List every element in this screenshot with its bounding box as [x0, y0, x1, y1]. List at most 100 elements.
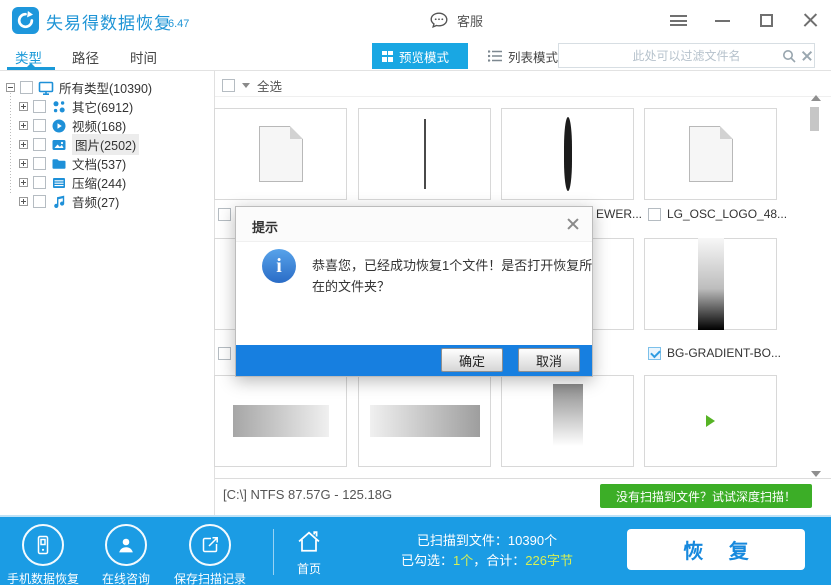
- video-icon: [51, 118, 67, 134]
- file-thumbnail[interactable]: [644, 238, 777, 330]
- file-thumbnail[interactable]: [358, 108, 491, 200]
- tree-item-all-types[interactable]: 所有类型(10390): [6, 78, 152, 97]
- file-thumbnail[interactable]: [644, 108, 777, 200]
- file-thumbnail[interactable]: [214, 375, 347, 467]
- tree-checkbox[interactable]: [20, 81, 33, 94]
- tree-item-image[interactable]: 图片(2502): [19, 135, 139, 154]
- file-thumbnail[interactable]: [358, 375, 491, 467]
- file-label-row: EWER...: [596, 206, 642, 222]
- app-title: 失易得数据恢复: [46, 9, 172, 34]
- tree-item-label: 视频(168): [72, 116, 126, 135]
- home-button[interactable]: 首页: [284, 529, 334, 577]
- tab-time[interactable]: 时间: [130, 47, 157, 67]
- select-all-control[interactable]: 全选: [222, 75, 282, 95]
- tree-item-label: 图片(2502): [72, 134, 139, 155]
- maximize-icon[interactable]: [757, 10, 777, 30]
- collapse-expander-icon[interactable]: [6, 83, 15, 92]
- tree-item-audio[interactable]: 音频(27): [19, 192, 119, 211]
- close-icon[interactable]: [801, 10, 821, 30]
- select-all-checkbox[interactable]: [222, 79, 235, 92]
- file-name-partial: EWER...: [596, 207, 642, 221]
- scrollbar-up-arrow-icon[interactable]: [811, 95, 821, 101]
- gradient-bar-graphic: [233, 405, 329, 437]
- list-mode-button[interactable]: 列表模式: [478, 43, 568, 69]
- file-checkbox-checked[interactable]: [648, 347, 661, 360]
- dialog-message: 恭喜您，已经成功恢复1个文件！是否打开恢复所在的文件夹？: [312, 255, 604, 297]
- customer-service-label: 客服: [457, 11, 483, 30]
- file-checkbox[interactable]: [648, 208, 661, 221]
- tree-item-archive[interactable]: 压缩(244): [19, 173, 126, 192]
- file-thumbnail[interactable]: [501, 108, 634, 200]
- online-consult-button[interactable]: 在线咨询: [84, 524, 168, 585]
- tree-item-video[interactable]: 视频(168): [19, 116, 126, 135]
- tree-checkbox[interactable]: [33, 195, 46, 208]
- file-name: BG-GRADIENT-BO...: [667, 346, 781, 360]
- preview-mode-button[interactable]: 预览模式: [372, 43, 468, 69]
- chevron-down-icon: [242, 83, 250, 88]
- tree-checkbox[interactable]: [33, 176, 46, 189]
- scrollbar-thumb[interactable]: [810, 107, 819, 131]
- selected-files-line: 已勾选：1个，合计：226字节: [392, 551, 582, 571]
- expand-expander-icon[interactable]: [19, 178, 28, 187]
- expand-expander-icon[interactable]: [19, 197, 28, 206]
- status-bar: [C:\] NTFS 87.57G - 125.18G 没有扫描到文件？试试深度…: [215, 478, 831, 515]
- action-label: 在线咨询: [102, 570, 150, 585]
- window-controls: [669, 0, 821, 40]
- customer-service-button[interactable]: 客服: [428, 0, 483, 40]
- category-tree: 所有类型(10390) 其它(6912) 视频(168) 图片(2502) 文档…: [0, 71, 215, 515]
- play-triangle-icon: [706, 415, 715, 427]
- expand-expander-icon[interactable]: [19, 140, 28, 149]
- tree-item-other[interactable]: 其它(6912): [19, 97, 133, 116]
- file-thumbnail[interactable]: [501, 375, 634, 467]
- search-icon[interactable]: [781, 48, 797, 64]
- scrollbar-down-arrow-icon[interactable]: [811, 471, 821, 477]
- file-checkbox[interactable]: [218, 347, 231, 360]
- dialog-title: 提示: [252, 217, 278, 236]
- bottom-bar: 手机数据恢复 在线咨询 保存扫描记录 首页 已扫描到文件：10390个 已勾选：…: [0, 515, 831, 585]
- tree-connector: [10, 87, 11, 195]
- file-checkbox[interactable]: [218, 208, 231, 221]
- deep-scan-button[interactable]: 没有扫描到文件？试试深度扫描！: [600, 484, 812, 508]
- circle-outline: [22, 524, 64, 566]
- divider: [273, 529, 274, 575]
- phone-icon: [31, 533, 55, 557]
- menu-icon[interactable]: [669, 10, 689, 30]
- document-page-icon: [259, 126, 303, 182]
- person-icon: [114, 533, 138, 557]
- tree-checkbox[interactable]: [33, 100, 46, 113]
- computer-icon: [38, 80, 54, 96]
- recover-button[interactable]: 恢 复: [627, 529, 805, 570]
- clear-search-icon[interactable]: [801, 50, 813, 62]
- file-name: LG_OSC_LOGO_48...: [667, 207, 787, 221]
- tree-checkbox[interactable]: [33, 157, 46, 170]
- active-tab-underline: [7, 67, 55, 70]
- file-label-row: [218, 345, 231, 361]
- ok-button[interactable]: 确定: [441, 348, 503, 372]
- tree-checkbox[interactable]: [33, 138, 46, 151]
- tree-item-label: 其它(6912): [72, 97, 133, 116]
- app-window: 失易得数据恢复 6.47 客服 类型 路径 时间 预览模式 列表模式: [0, 0, 831, 585]
- tab-path[interactable]: 路径: [72, 47, 99, 67]
- minimize-icon[interactable]: [713, 10, 733, 30]
- file-label-row: BG-GRADIENT-BO...: [648, 345, 781, 361]
- save-scan-record-button[interactable]: 保存扫描记录: [168, 524, 252, 585]
- tree-item-label: 音频(27): [72, 192, 119, 211]
- tree-item-document[interactable]: 文档(537): [19, 154, 126, 173]
- file-label-row: LG_OSC_LOGO_48...: [648, 206, 787, 222]
- action-label: 保存扫描记录: [174, 570, 246, 585]
- expand-expander-icon[interactable]: [19, 121, 28, 130]
- search-input[interactable]: [559, 44, 814, 67]
- total-size: 226字节: [525, 553, 573, 568]
- dialog-close-icon[interactable]: [566, 217, 580, 231]
- tree-checkbox[interactable]: [33, 119, 46, 132]
- expand-expander-icon[interactable]: [19, 159, 28, 168]
- expand-expander-icon[interactable]: [19, 102, 28, 111]
- file-thumbnail[interactable]: [644, 375, 777, 467]
- thumbnail-graphic: [564, 117, 572, 191]
- grid-view-icon: [382, 51, 393, 62]
- cancel-button[interactable]: 取消: [518, 348, 580, 372]
- recovery-success-dialog: 提示 i 恭喜您，已经成功恢复1个文件！是否打开恢复所在的文件夹？ 确定 取消: [235, 206, 593, 377]
- file-thumbnail[interactable]: [214, 108, 347, 200]
- scan-statistics: 已扫描到文件：10390个 已勾选：1个，合计：226字节: [392, 531, 582, 571]
- phone-recovery-button[interactable]: 手机数据恢复: [1, 524, 85, 585]
